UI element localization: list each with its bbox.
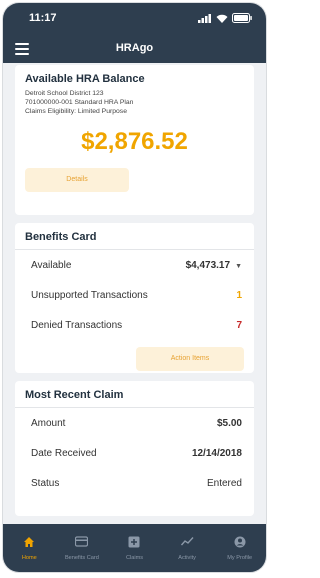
unsupported-row[interactable]: Unsupported Transactions 1 [25, 280, 244, 310]
benefits-card-title: Benefits Card [25, 231, 97, 243]
tab-label: Activity [178, 554, 196, 561]
tab-my-profile[interactable]: My Profile [213, 524, 266, 572]
nav-bar: HRAgo [3, 33, 266, 63]
status-icons [198, 13, 252, 23]
claim-date: 12/14/2018 [191, 447, 242, 459]
balance-card-title: Available HRA Balance [25, 73, 145, 85]
scroll-content[interactable]: Available HRA Balance Detroit School Dis… [3, 65, 266, 524]
tab-benefits-card[interactable]: Benefits Card [56, 524, 109, 572]
row-label: Amount [31, 417, 66, 429]
page-title: HRAgo [115, 42, 154, 54]
add-claim-icon [128, 536, 140, 551]
claim-card-title: Most Recent Claim [25, 389, 124, 401]
action-items-button[interactable]: Action Items [136, 347, 244, 371]
balance-amount: $2,876.52 [81, 128, 188, 155]
tab-activity[interactable]: Activity [161, 524, 214, 572]
employer-text: Detroit School District 123 [25, 90, 104, 97]
claim-status-row: Status Entered [25, 468, 244, 498]
card-icon [75, 535, 89, 551]
wifi-icon [216, 14, 228, 23]
tab-label: Claims [125, 554, 144, 561]
claim-date-row: Date Received 12/14/2018 [25, 438, 244, 468]
claim-amount: $5.00 [216, 417, 242, 429]
row-label: Date Received [31, 447, 97, 459]
status-bar: 11:17 [3, 3, 266, 33]
plan-text: 701000000-001 Standard HRA Plan [25, 99, 134, 106]
row-label: Denied Transactions [31, 319, 123, 331]
recent-claim-card: Most Recent Claim Amount $5.00 Date Rece… [15, 381, 254, 516]
home-icon [23, 536, 35, 551]
caret-down-icon[interactable]: ▼ [235, 263, 242, 270]
status-time: 11:17 [29, 12, 57, 24]
row-label: Available [31, 259, 72, 271]
hamburger-menu-icon[interactable] [15, 40, 29, 56]
row-label: Unsupported Transactions [31, 289, 148, 301]
denied-row[interactable]: Denied Transactions 7 [25, 310, 244, 340]
row-label: Status [31, 477, 60, 489]
tab-label: Benefits Card [64, 554, 99, 561]
details-button[interactable]: Details [25, 168, 129, 192]
tab-home[interactable]: Home [3, 524, 56, 572]
tab-label: My Profile [227, 554, 253, 561]
tab-claims[interactable]: Claims [108, 524, 161, 572]
tab-bar: Home Benefits Card Claims Activity My Pr… [3, 524, 266, 572]
denied-count: 7 [236, 319, 242, 331]
eligibility-text: Claims Eligibility: Limited Purpose [25, 108, 127, 115]
signal-icon [198, 13, 211, 23]
benefits-card: Benefits Card Available $4,473.17 ▼ Unsup… [15, 223, 254, 373]
unsupported-count: 1 [236, 289, 242, 301]
claim-amount-row: Amount $5.00 [25, 408, 244, 438]
profile-icon [234, 536, 246, 551]
battery-icon [232, 13, 252, 23]
activity-icon [180, 536, 194, 551]
tab-label: Home [21, 554, 37, 561]
available-value: $4,473.17 [185, 259, 231, 271]
phone-screen: 11:17 HRAgo Available HRA Balance Detroi… [3, 3, 266, 572]
available-row[interactable]: Available $4,473.17 ▼ [25, 250, 244, 280]
hra-balance-card: Available HRA Balance Detroit School Dis… [15, 65, 254, 215]
claim-status: Entered [206, 477, 242, 489]
